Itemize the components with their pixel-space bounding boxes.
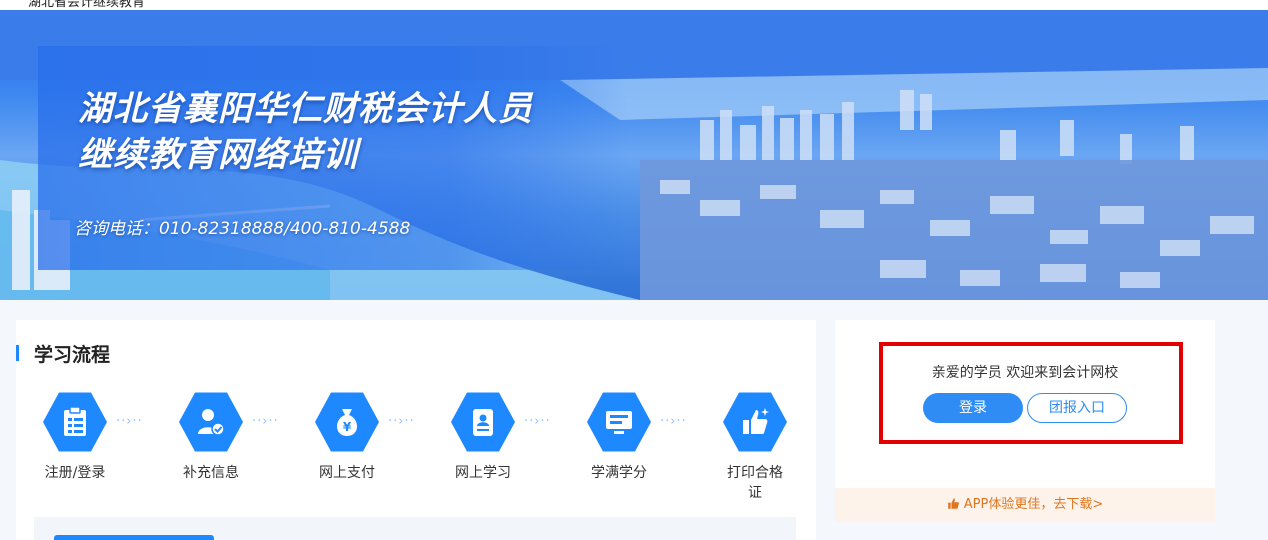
user-check-icon xyxy=(179,392,243,452)
svg-text:¥: ¥ xyxy=(343,420,352,434)
banner-title-line2: 继续教育网络培训 xyxy=(78,135,358,175)
thumbs-up-icon xyxy=(723,392,787,452)
sub-tab-active[interactable] xyxy=(54,535,214,540)
site-name: 湖北省会计继续教育 xyxy=(28,0,146,10)
step-print-certificate: 打印合格证 xyxy=(700,390,810,503)
step-arrow: ··›·· xyxy=(524,414,551,429)
clipboard-icon xyxy=(43,392,107,452)
step-arrow: ··›·· xyxy=(252,414,279,429)
hero-banner: 湖北省襄阳华仁财税会计人员 继续教育网络培训 咨询电话：010-82318888… xyxy=(0,10,1268,300)
learning-process-card: 学习流程 注册/登录 ··›·· 补充信息 ··›·· ¥ 网上支付 ··›··… xyxy=(16,320,816,540)
step-label: 补充信息 xyxy=(183,465,239,481)
step-arrow: ··›·· xyxy=(388,414,415,429)
step-register: 注册/登录 xyxy=(20,390,130,483)
login-card: 亲爱的学员 欢迎来到会计网校 登录 团报入口 APP体验更佳，去下载> xyxy=(835,320,1215,522)
section-accent-bar xyxy=(16,345,19,361)
banner-title-line1: 湖北省襄阳华仁财税会计人员 xyxy=(78,89,533,129)
step-label: 学满学分 xyxy=(591,465,647,481)
highlight-box xyxy=(879,342,1183,444)
banner-phone: 咨询电话：010-82318888/400-810-4588 xyxy=(74,219,411,239)
step-label: 网上学习 xyxy=(455,465,511,481)
step-arrow: ··›·· xyxy=(116,414,143,429)
badge-id-icon xyxy=(451,392,515,452)
step-online-payment: ¥ 网上支付 xyxy=(292,390,402,483)
step-label: 打印合格证 xyxy=(727,465,783,501)
money-bag-icon: ¥ xyxy=(315,392,379,452)
step-supplement-info: 补充信息 xyxy=(156,390,266,483)
app-download-link[interactable]: APP体验更佳，去下载> xyxy=(835,488,1215,522)
sub-panel xyxy=(34,517,796,540)
welcome-text: 亲爱的学员 欢迎来到会计网校 xyxy=(931,365,1119,381)
step-online-study: 网上学习 xyxy=(428,390,538,483)
top-bar: 湖北省会计继续教育 xyxy=(0,0,1268,10)
section-title: 学习流程 xyxy=(34,344,111,366)
thumbs-up-icon xyxy=(947,490,960,524)
monitor-icon xyxy=(587,392,651,452)
login-button[interactable]: 登录 xyxy=(923,393,1023,423)
group-signup-button[interactable]: 团报入口 xyxy=(1027,393,1127,423)
banner-title: 湖北省襄阳华仁财税会计人员 继续教育网络培训 xyxy=(78,86,533,178)
app-download-text: APP体验更佳，去下载> xyxy=(963,497,1104,512)
step-label: 网上支付 xyxy=(319,465,375,481)
step-complete-credits: 学满学分 xyxy=(564,390,674,483)
step-label: 注册/登录 xyxy=(44,465,106,481)
step-arrow: ··›·· xyxy=(660,414,687,429)
